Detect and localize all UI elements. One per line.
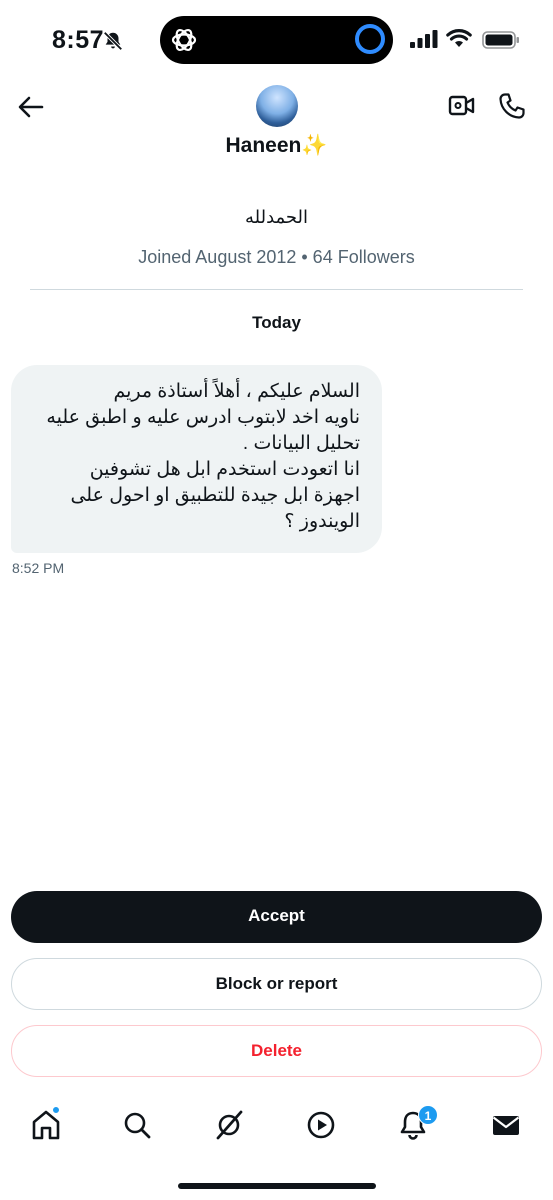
activity-ring-icon — [355, 24, 385, 54]
day-label: Today — [252, 313, 301, 332]
delete-button[interactable]: Delete — [11, 1025, 542, 1077]
dynamic-island — [160, 16, 393, 64]
display-name[interactable]: Haneen✨ — [0, 134, 553, 158]
display-name-text: Haneen — [225, 134, 302, 157]
message-bubble[interactable]: السلام عليكم ، أهلاً أستاذة مريم ناويه ا… — [11, 365, 382, 553]
sparkles-emoji: ✨ — [301, 134, 328, 157]
accept-button[interactable]: Accept — [11, 891, 542, 943]
video-icon[interactable] — [305, 1108, 337, 1142]
signal-icon — [410, 30, 438, 48]
messages-icon[interactable] — [490, 1108, 522, 1142]
grok-icon[interactable] — [213, 1108, 245, 1142]
search-icon[interactable] — [121, 1108, 153, 1142]
bell-off-icon — [103, 31, 123, 51]
notifications-badge: 1 — [418, 1105, 438, 1125]
phone-icon[interactable] — [498, 92, 526, 120]
back-arrow-icon[interactable] — [16, 92, 46, 122]
chatgpt-icon — [171, 28, 197, 52]
video-call-icon[interactable] — [448, 93, 476, 119]
profile-meta: Joined August 2012 • 64 Followers — [138, 247, 415, 267]
message-timestamp: 8:52 PM — [12, 560, 65, 576]
status-bar: 8:57 — [0, 0, 553, 80]
home-unread-dot — [52, 1106, 60, 1114]
divider — [30, 289, 523, 290]
avatar[interactable] — [256, 85, 298, 127]
wifi-icon — [446, 29, 472, 47]
status-time: 8:57 — [52, 26, 105, 54]
profile-bio: الحمدلله — [244, 207, 309, 227]
home-indicator[interactable] — [178, 1183, 376, 1189]
battery-icon — [482, 31, 519, 49]
block-or-report-button[interactable]: Block or report — [11, 958, 542, 1010]
